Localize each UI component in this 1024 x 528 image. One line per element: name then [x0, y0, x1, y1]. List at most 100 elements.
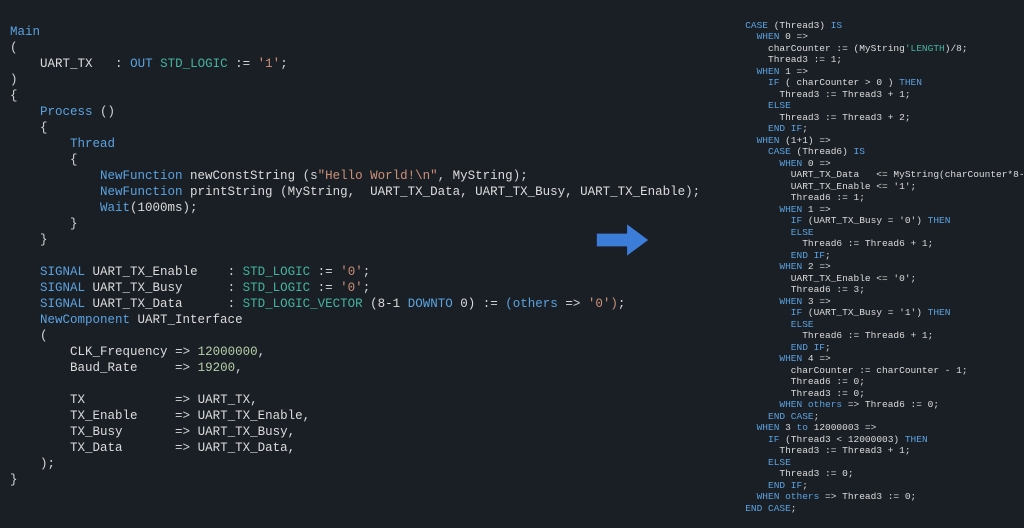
kw-case: CASE [745, 20, 768, 31]
right-code-pane: CASE (Thread3) IS WHEN 0 => charCounter … [700, 8, 1024, 520]
expr: 1 => [808, 204, 831, 215]
id: UART_TX [40, 57, 93, 71]
kw-downto: DOWNTO [408, 297, 453, 311]
fn-name: newConstString [190, 169, 295, 183]
id: UART_Interface [138, 313, 243, 327]
stmt: UART_TX_Enable <= '1'; [791, 181, 916, 192]
expr: 2 => [808, 261, 831, 272]
kw-endif: END IF [791, 342, 825, 353]
stmt: Thread3 := Thread3 + 2; [779, 112, 910, 123]
type: STD_LOGIC_VECTOR [243, 297, 363, 311]
kw-when: WHEN [779, 204, 802, 215]
type: STD_LOGIC [243, 281, 311, 295]
kw-when: WHEN [779, 353, 802, 364]
param-val: UART_TX_Data, [198, 441, 296, 455]
kw-else: ELSE [791, 319, 814, 330]
kw-to: to [797, 422, 808, 433]
stmt: => Thread6 := 0; [848, 399, 939, 410]
param-key: Baud_Rate [70, 361, 138, 375]
type: STD_LOGIC [243, 265, 311, 279]
expr: 4 => [808, 353, 831, 364]
stmt: Thread3 := Thread3 + 1; [779, 89, 910, 100]
sc: ; [363, 265, 371, 279]
paren: ( [10, 41, 18, 55]
kw-endif: END IF [768, 123, 802, 134]
colon: : [115, 57, 123, 71]
arrow: => [565, 297, 580, 311]
num: 12000000 [198, 345, 258, 359]
code-comparison-container: Main ( UART_TX : OUT STD_LOGIC := '1'; )… [0, 0, 1024, 528]
arg: (1000ms) [130, 201, 190, 215]
kw-thread: Thread [70, 137, 115, 151]
kw-if: IF [768, 77, 779, 88]
attr: 'LENGTH [905, 43, 945, 54]
kw-if: IF [791, 215, 802, 226]
sc: ; [825, 342, 831, 353]
kw-newcomp: NewComponent [40, 313, 130, 327]
stmt: Thread6 := Thread6 + 1; [802, 238, 933, 249]
kw-is: IS [831, 20, 842, 31]
paren: ( [280, 185, 288, 199]
arrow: => [175, 345, 190, 359]
kw-main: Main [10, 25, 40, 39]
stmt: charCounter := (MyString [768, 43, 905, 54]
kw-endif: END IF [768, 480, 802, 491]
kw-else: ELSE [768, 457, 791, 468]
kw-if: IF [791, 307, 802, 318]
paren: ( [40, 329, 48, 343]
assign: := [235, 57, 250, 71]
num: 19200 [198, 361, 236, 375]
kw-then: THEN [928, 215, 951, 226]
expr: 0 => [785, 31, 808, 42]
kw-case: CASE [768, 146, 791, 157]
stmt: Thread3 := 0; [791, 388, 865, 399]
kw-endcase: END CASE [745, 503, 791, 514]
sc: ; [791, 503, 797, 514]
kw-when-others: WHEN others [757, 491, 820, 502]
id: UART_TX_Data [93, 297, 183, 311]
param-val: UART_TX_Enable, [198, 409, 311, 423]
args: MyString, UART_TX_Data, UART_TX_Busy, UA… [288, 185, 686, 199]
comma: , [258, 345, 266, 359]
stmt: => Thread3 := 0; [825, 491, 916, 502]
lit: '0' [340, 265, 363, 279]
kw-else: ELSE [768, 100, 791, 111]
sc: ; [363, 281, 371, 295]
brace: } [70, 217, 78, 231]
cond: (UART_TX_Busy = '0') [808, 215, 922, 226]
kw-process: Process [40, 105, 93, 119]
kw-when: WHEN [779, 261, 802, 272]
stmt: Thread3 := 0; [779, 468, 853, 479]
sc: ; [190, 201, 198, 215]
kw-when: WHEN [779, 296, 802, 307]
kw-when: WHEN [757, 31, 780, 42]
sc: ; [280, 57, 288, 71]
kw-others: (others [505, 297, 558, 311]
args: (8-1 [370, 297, 400, 311]
param-val: UART_TX, [198, 393, 258, 407]
string-literal: "Hello World!\n" [318, 169, 438, 183]
expr: (Thread3) [774, 20, 825, 31]
kw-endif: END IF [791, 250, 825, 261]
kw-then: THEN [928, 307, 951, 318]
kw-when: WHEN [779, 158, 802, 169]
expr: 12000003 => [814, 422, 877, 433]
param-key: TX_Busy [70, 425, 123, 439]
kw-if: IF [768, 434, 779, 445]
kw-wait: Wait [100, 201, 130, 215]
expr: (Thread6) [797, 146, 848, 157]
comma: , [438, 169, 446, 183]
cond: ( charCounter > 0 ) [785, 77, 893, 88]
arrow: => [175, 441, 190, 455]
type: STD_LOGIC [160, 57, 228, 71]
sc: ; [814, 411, 820, 422]
sc: ; [802, 480, 808, 491]
stmt: UART_TX_Enable <= '0'; [791, 273, 916, 284]
id: UART_TX_Enable [93, 265, 198, 279]
param-val: UART_TX_Busy, [198, 425, 296, 439]
end: ); [513, 169, 528, 183]
arrow-icon [595, 220, 650, 260]
brace: { [40, 121, 48, 135]
cond: (UART_TX_Busy = '1') [808, 307, 922, 318]
colon: : [228, 281, 236, 295]
